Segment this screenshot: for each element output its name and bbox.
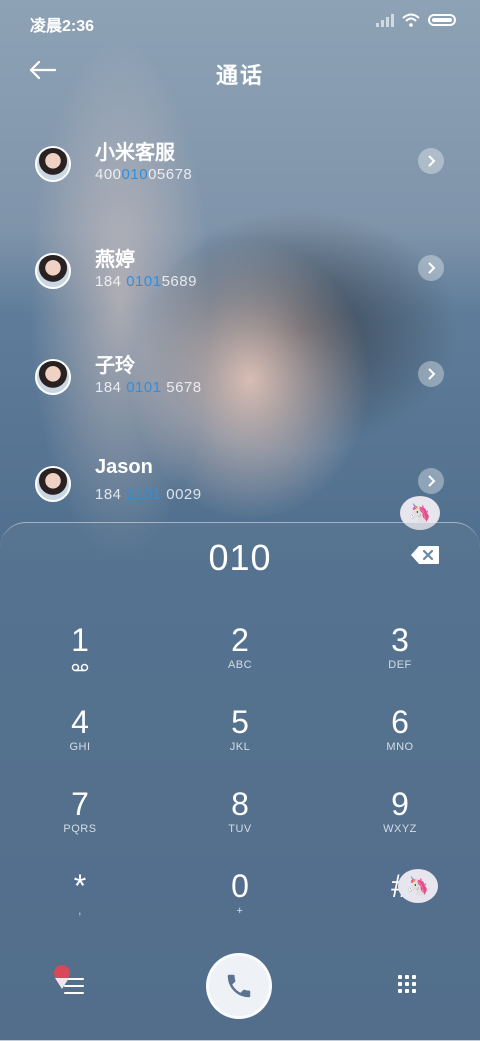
unicorn-sticker-icon: 🦄 bbox=[398, 869, 438, 903]
dialpad-grid-icon[interactable] bbox=[398, 975, 416, 993]
chevron-right-icon bbox=[428, 475, 436, 487]
avatar bbox=[35, 253, 71, 289]
key-5[interactable]: 5 JKL bbox=[180, 703, 300, 773]
call-button[interactable] bbox=[206, 953, 272, 1019]
contact-row[interactable]: 燕婷 184 01015689 bbox=[0, 243, 480, 319]
key-1[interactable]: 1 bbox=[20, 621, 140, 691]
avatar bbox=[35, 146, 71, 182]
contact-number: 184 0101 0029 bbox=[95, 486, 202, 503]
contact-detail-button[interactable] bbox=[418, 255, 444, 281]
key-8[interactable]: 8 TUV bbox=[180, 785, 300, 855]
contact-name: 燕婷 bbox=[95, 249, 135, 271]
contact-row[interactable]: 小米客服 40001005678 bbox=[0, 136, 480, 212]
contact-number: 184 0101 5678 bbox=[95, 379, 202, 396]
contact-detail-button[interactable] bbox=[418, 361, 444, 387]
key-star[interactable]: * , bbox=[20, 867, 140, 937]
key-0[interactable]: 0 + bbox=[180, 867, 300, 937]
contact-row[interactable]: 子玲 184 0101 5678 bbox=[0, 349, 480, 425]
contact-name: 子玲 bbox=[95, 355, 135, 377]
status-bar: 凌晨2:36 bbox=[0, 0, 480, 40]
key-9[interactable]: 9 WXYZ bbox=[340, 785, 460, 855]
chevron-right-icon bbox=[428, 155, 436, 167]
chevron-right-icon bbox=[428, 262, 436, 274]
ice-cream-sticker-icon bbox=[54, 965, 70, 989]
key-4[interactable]: 4 GHI bbox=[20, 703, 140, 773]
avatar bbox=[35, 359, 71, 395]
status-icons bbox=[376, 13, 456, 27]
key-7[interactable]: 7 PQRS bbox=[20, 785, 140, 855]
status-time: 凌晨2:36 bbox=[30, 18, 95, 35]
chevron-right-icon bbox=[428, 368, 436, 380]
contact-name: 小米客服 bbox=[95, 142, 175, 164]
contact-number: 184 01015689 bbox=[95, 273, 197, 290]
dialed-number: 010 bbox=[208, 537, 272, 578]
backspace-icon[interactable] bbox=[410, 545, 440, 565]
voicemail-icon bbox=[71, 663, 89, 672]
page-title: 通话 bbox=[215, 63, 264, 88]
contact-number: 40001005678 bbox=[95, 166, 193, 183]
avatar bbox=[35, 466, 71, 502]
header: 通话 bbox=[0, 48, 480, 92]
key-3[interactable]: 3 DEF bbox=[340, 621, 460, 691]
contact-detail-button[interactable] bbox=[418, 468, 444, 494]
contact-detail-button[interactable] bbox=[418, 148, 444, 174]
signal-icon bbox=[376, 13, 394, 27]
battery-icon bbox=[428, 14, 456, 26]
key-6[interactable]: 6 MNO bbox=[340, 703, 460, 773]
wifi-icon bbox=[402, 13, 420, 27]
key-2[interactable]: 2 ABC bbox=[180, 621, 300, 691]
contact-name: Jason bbox=[95, 456, 153, 478]
bottom-bar bbox=[0, 950, 480, 1030]
phone-icon bbox=[227, 974, 251, 998]
